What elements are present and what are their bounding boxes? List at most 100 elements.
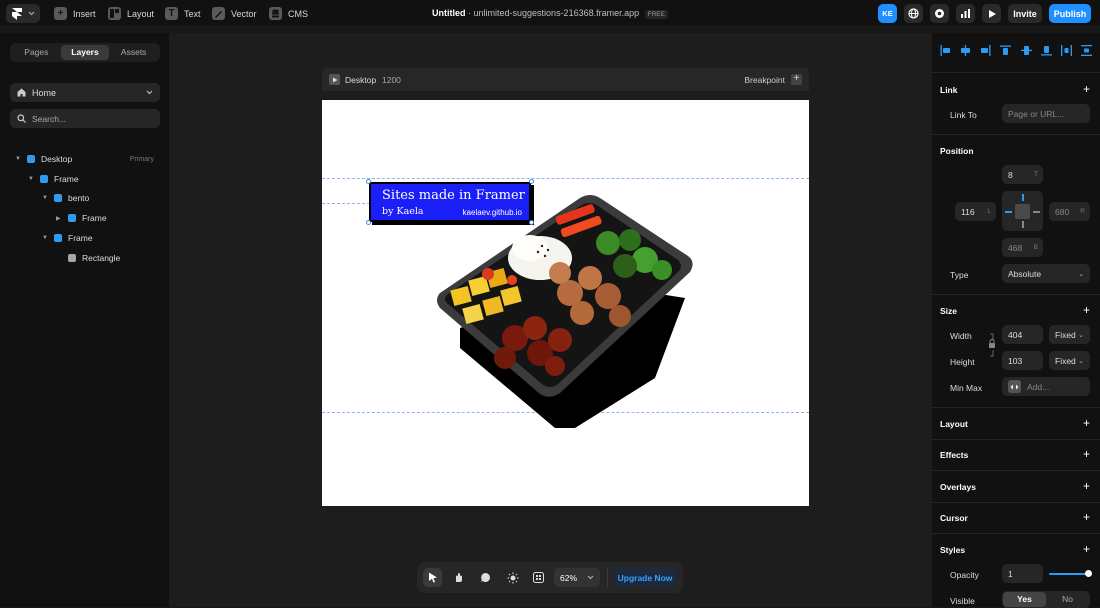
align-top-icon[interactable] <box>1000 45 1012 56</box>
position-left-input[interactable]: 116 L <box>955 202 996 221</box>
align-center-horizontal-icon[interactable] <box>960 45 971 56</box>
position-top-input[interactable]: 8 T <box>1002 165 1043 184</box>
resize-handle[interactable] <box>529 220 534 225</box>
position-bottom-input[interactable]: 468 B <box>1002 238 1043 257</box>
distribute-vertical-icon[interactable] <box>1080 45 1092 56</box>
height-label: Height <box>950 357 975 367</box>
chevron-down-icon: ⌄ <box>1078 357 1084 365</box>
invite-button[interactable]: Invite <box>1008 4 1042 23</box>
visible-yes-option[interactable]: Yes <box>1003 592 1046 607</box>
opacity-slider[interactable] <box>1049 570 1092 577</box>
page-selector[interactable]: Home <box>10 83 160 102</box>
add-cursor-button[interactable]: + <box>1083 511 1090 523</box>
position-bottom-value: 468 <box>1008 242 1023 253</box>
settings-button[interactable] <box>930 4 949 23</box>
select-tool[interactable] <box>423 568 442 587</box>
bento-image[interactable] <box>430 188 700 433</box>
align-bottom-icon[interactable] <box>1040 45 1052 56</box>
settings-icon <box>935 9 944 18</box>
component-icon <box>54 194 62 202</box>
tab-layers[interactable]: Layers <box>60 45 110 60</box>
add-effect-button[interactable]: + <box>1083 448 1090 460</box>
min-max-input[interactable]: Add... <box>1002 377 1090 396</box>
layer-frame-2[interactable]: ▼ Frame <box>42 231 93 245</box>
cms-button[interactable]: CMS <box>269 4 308 23</box>
resize-handle[interactable] <box>366 179 371 184</box>
opacity-input[interactable]: 1 <box>1002 564 1043 583</box>
search-input[interactable] <box>32 113 152 124</box>
align-center-vertical-icon[interactable] <box>1020 45 1032 56</box>
add-layout-button[interactable]: + <box>1083 417 1090 429</box>
align-left-icon[interactable] <box>940 45 951 56</box>
link-to-input[interactable]: Page or URL... <box>1002 104 1090 123</box>
text-button[interactable]: T Text <box>165 4 201 23</box>
resize-handle[interactable] <box>366 220 371 225</box>
lock-aspect-icon[interactable] <box>988 333 996 357</box>
cursor-section-title[interactable]: Cursor <box>940 513 968 523</box>
styles-section-title[interactable]: Styles <box>940 545 965 555</box>
add-style-button[interactable]: + <box>1083 543 1090 555</box>
caret-down-icon[interactable]: ▼ <box>28 176 34 182</box>
size-section-title: Size <box>940 306 958 316</box>
effects-section-title[interactable]: Effects <box>940 450 968 460</box>
caret-down-icon[interactable]: ▼ <box>15 156 21 162</box>
constraints-box[interactable] <box>1002 191 1043 231</box>
layer-rectangle[interactable]: Rectangle <box>56 251 120 265</box>
vector-button[interactable]: Vector <box>212 4 257 23</box>
layer-bento[interactable]: ▼ bento <box>42 191 89 205</box>
align-right-icon[interactable] <box>980 45 991 56</box>
constraint-bottom[interactable] <box>1022 221 1024 228</box>
bar-chart-icon <box>961 9 970 18</box>
preview-button[interactable] <box>982 4 1001 23</box>
layout-button[interactable]: Layout <box>108 4 154 23</box>
position-type-select[interactable]: Absolute ⌄ <box>1002 264 1090 283</box>
visible-no-option[interactable]: No <box>1046 592 1089 607</box>
layer-search[interactable] <box>10 109 160 128</box>
add-link-button[interactable]: + <box>1083 83 1090 95</box>
framer-banner[interactable]: Sites made in Framer by Kaela kaelaev.gi… <box>369 182 531 222</box>
theme-toggle[interactable] <box>503 568 522 587</box>
height-mode-select[interactable]: Fixed ⌄ <box>1049 351 1090 370</box>
caret-down-icon[interactable]: ▼ <box>42 235 48 241</box>
publish-button[interactable]: Publish <box>1049 4 1091 23</box>
globe-button[interactable] <box>904 4 923 23</box>
hand-tool[interactable] <box>449 568 468 587</box>
tab-pages[interactable]: Pages <box>12 45 61 60</box>
constraint-right[interactable] <box>1033 211 1040 213</box>
resize-handle[interactable] <box>529 179 534 184</box>
constraint-left[interactable] <box>1005 211 1012 213</box>
layer-frame-nested[interactable]: ▶ Frame <box>56 211 107 225</box>
link-placeholder: Page or URL... <box>1008 108 1065 119</box>
framer-menu-button[interactable] <box>6 4 40 23</box>
analytics-button[interactable] <box>956 4 975 23</box>
opacity-slider-thumb[interactable] <box>1085 570 1092 577</box>
width-mode-select[interactable]: Fixed ⌄ <box>1049 325 1090 344</box>
caret-right-icon[interactable]: ▶ <box>56 215 62 222</box>
comment-tool[interactable] <box>476 568 495 587</box>
user-avatar[interactable]: KE <box>878 4 897 23</box>
play-frame-icon[interactable] <box>329 74 340 85</box>
upgrade-button[interactable]: Upgrade Now <box>614 568 676 587</box>
height-input[interactable]: 103 <box>1002 351 1043 370</box>
frame-name: Desktop <box>345 75 377 85</box>
visible-toggle[interactable]: Yes No <box>1002 591 1090 608</box>
add-size-button[interactable]: + <box>1083 304 1090 316</box>
position-right-input[interactable]: 680 R <box>1049 202 1090 221</box>
frame-header[interactable]: Desktop 1200 Breakpoint + <box>322 68 809 91</box>
width-input[interactable]: 404 <box>1002 325 1043 344</box>
distribute-horizontal-icon[interactable] <box>1060 45 1072 56</box>
constraint-top[interactable] <box>1022 194 1024 201</box>
project-title[interactable]: Untitled · unlimited-suggestions-216368.… <box>360 8 740 19</box>
tab-assets[interactable]: Assets <box>109 45 158 60</box>
insert-button[interactable]: + Insert <box>54 4 96 23</box>
layer-desktop[interactable]: ▼ Desktop <box>15 152 72 166</box>
add-overlay-button[interactable]: + <box>1083 480 1090 492</box>
layout-section-title[interactable]: Layout <box>940 419 968 429</box>
alignment-toolbar <box>940 45 1092 59</box>
zoom-selector[interactable]: 62% <box>554 568 600 587</box>
overlays-section-title[interactable]: Overlays <box>940 482 976 492</box>
caret-down-icon[interactable]: ▼ <box>42 195 48 201</box>
layer-frame[interactable]: ▼ Frame <box>28 172 79 186</box>
add-breakpoint-button[interactable]: + <box>791 74 802 85</box>
grid-tool[interactable] <box>529 568 548 587</box>
